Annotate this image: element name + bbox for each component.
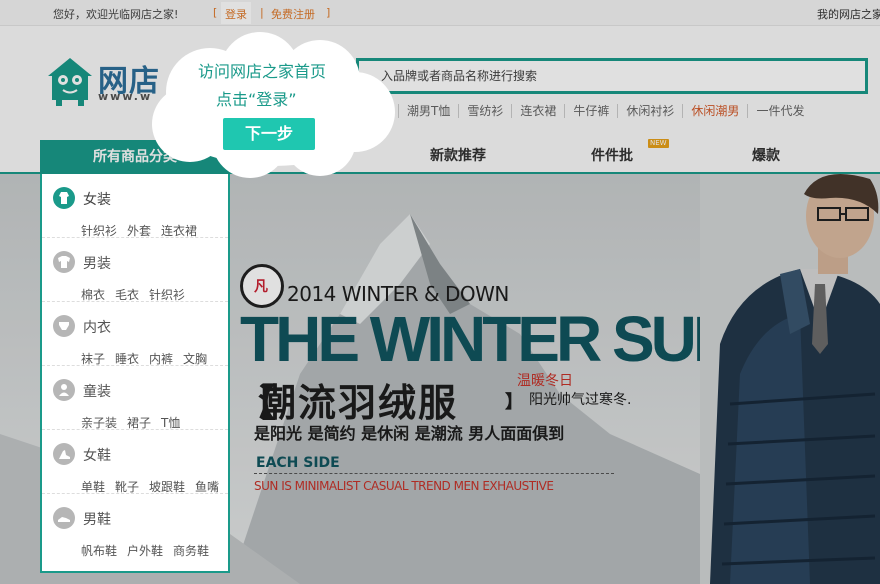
subcategory-link[interactable]: 商务鞋 — [173, 542, 209, 559]
subcategory-link[interactable]: 文胸 — [183, 350, 207, 367]
subcategory-link[interactable]: 连衣裙 — [161, 222, 197, 239]
model-image — [700, 174, 880, 584]
hotword-item[interactable]: 潮男T恤 — [399, 104, 460, 118]
new-badge: NEW — [648, 139, 669, 148]
underwear-icon — [53, 315, 75, 337]
hotword-item[interactable]: 牛仔裤 — [565, 104, 619, 118]
banner-sun-text: 阳光帅气过寒冬. — [529, 392, 632, 408]
banner-each-side: EACH SIDE — [256, 455, 340, 471]
subcategory-link[interactable]: 针织衫 — [81, 222, 117, 239]
category-women-clothing[interactable]: 女装 针织衫 外套 连衣裙 — [42, 174, 228, 238]
search-input[interactable] — [359, 61, 865, 91]
banner-divider — [254, 473, 614, 474]
subcategory-list: 帆布鞋 户外鞋 商务鞋 — [81, 542, 209, 559]
category-title[interactable]: 女鞋 — [83, 445, 111, 465]
subcategory-link[interactable]: 外套 — [127, 222, 151, 239]
tour-instruction-line2: 点击“登录” — [216, 90, 297, 109]
subcategory-link[interactable]: 袜子 — [81, 350, 105, 367]
subcategory-link[interactable]: 亲子装 — [81, 414, 117, 431]
nav-new-arrivals[interactable]: 新款推荐 — [430, 140, 486, 172]
subcategory-link[interactable]: 鱼嘴 — [195, 478, 219, 495]
banner-warm-text: 温暖冬日 — [517, 373, 573, 389]
banner-slogan: 是阳光 是简约 是休闲 是潮流 男人面面俱到 — [254, 424, 565, 443]
main-nav: 所有商品分类 新款推荐 件件批 NEW 爆款 — [0, 139, 880, 174]
top-bar: 您好，欢迎光临网店之家! [ 登录 | 免费注册 ] 我的网店之家 — [0, 0, 880, 26]
subcategory-link[interactable]: 单鞋 — [81, 478, 105, 495]
bracket-close: ] — [326, 6, 331, 19]
subcategory-link[interactable]: 棉衣 — [81, 286, 105, 303]
welcome-text: 您好，欢迎光临网店之家! — [53, 8, 179, 21]
logo-url: www.w — [98, 90, 153, 103]
bracket-open: [ — [213, 6, 218, 19]
subcategory-link[interactable]: 户外鞋 — [127, 542, 163, 559]
subcategory-list: 单鞋 靴子 坡跟鞋 鱼嘴 — [81, 478, 219, 495]
subcategory-link[interactable]: 裙子 — [127, 414, 151, 431]
subcategory-list: 针织衫 外套 连衣裙 — [81, 222, 197, 239]
men-shoes-icon — [53, 507, 75, 529]
category-sidebar: 女装 针织衫 外套 连衣裙 男装 棉衣 毛衣 针织衫 内衣 袜子 睡衣 内裤 文… — [40, 174, 230, 573]
brand-char: 凡 — [254, 279, 268, 295]
women-shoes-icon — [53, 443, 75, 465]
women-clothing-icon — [53, 187, 75, 209]
subcategory-link[interactable]: 睡衣 — [115, 350, 139, 367]
subcategory-link[interactable]: 针织衫 — [149, 286, 185, 303]
banner-bracket-right: 】 — [505, 392, 523, 413]
subcategory-list: 亲子装 裙子 T恤 — [81, 414, 180, 431]
subcategory-link[interactable]: 内裤 — [149, 350, 173, 367]
hotword-item[interactable]: 休闲潮男 — [683, 104, 749, 118]
subcategory-link[interactable]: 坡跟鞋 — [149, 478, 185, 495]
hot-keywords: 货 潮男T恤 雪纺衫 连衣裙 牛仔裤 休闲衬衫 休闲潮男 一件代发 — [370, 104, 812, 118]
search-box[interactable] — [356, 58, 868, 94]
my-site-link[interactable]: 我的网店之家 — [817, 6, 880, 22]
subcategory-link[interactable]: 靴子 — [115, 478, 139, 495]
subcategory-link[interactable]: 帆布鞋 — [81, 542, 117, 559]
category-title[interactable]: 女装 — [83, 189, 111, 209]
link-separator: | — [260, 6, 264, 19]
subcategory-link[interactable]: T恤 — [161, 414, 180, 431]
banner-cn-title: 潮流羽绒服 — [258, 381, 459, 425]
login-link[interactable]: 登录 — [221, 2, 251, 24]
category-men-shoes[interactable]: 男鞋 帆布鞋 户外鞋 商务鞋 — [42, 494, 228, 558]
register-link[interactable]: 免费注册 — [271, 6, 315, 22]
category-women-shoes[interactable]: 女鞋 单鞋 靴子 坡跟鞋 鱼嘴 — [42, 430, 228, 494]
banner-en-line: SUN IS MINIMALIST CASUAL TREND MEN EXHAU… — [254, 479, 554, 493]
kids-clothing-icon — [53, 379, 75, 401]
category-men-clothing[interactable]: 男装 棉衣 毛衣 针织衫 — [42, 238, 228, 302]
tour-next-button[interactable]: 下一步 — [223, 118, 315, 150]
header: 网店 www.w 货 潮男T恤 雪纺衫 连衣裙 牛仔裤 休闲衬衫 休闲潮男 一件… — [0, 26, 880, 140]
hotword-item[interactable]: 一件代发 — [748, 104, 812, 118]
nav-single-wholesale[interactable]: 件件批 — [591, 140, 633, 172]
subcategory-list: 棉衣 毛衣 针织衫 — [81, 286, 185, 303]
hotword-item[interactable]: 休闲衬衫 — [618, 104, 684, 118]
subcategory-list: 袜子 睡衣 内裤 文胸 — [81, 350, 207, 367]
category-title[interactable]: 男装 — [83, 253, 111, 273]
nav-hot-items[interactable]: 爆款 — [752, 140, 780, 172]
category-kids-clothing[interactable]: 童装 亲子装 裙子 T恤 — [42, 366, 228, 430]
category-title[interactable]: 内衣 — [83, 317, 111, 337]
category-underwear[interactable]: 内衣 袜子 睡衣 内裤 文胸 — [42, 302, 228, 366]
tour-instruction-line1: 访问网店之家首页 — [198, 62, 327, 81]
men-clothing-icon — [53, 251, 75, 273]
subcategory-link[interactable]: 毛衣 — [115, 286, 139, 303]
site-logo-icon[interactable] — [42, 52, 98, 108]
hotword-item[interactable]: 雪纺衫 — [459, 104, 513, 118]
category-title[interactable]: 童装 — [83, 381, 111, 401]
banner-title: THE WINTER SUN! — [240, 303, 756, 375]
hotword-item[interactable]: 连衣裙 — [512, 104, 566, 118]
category-title[interactable]: 男鞋 — [83, 509, 111, 529]
